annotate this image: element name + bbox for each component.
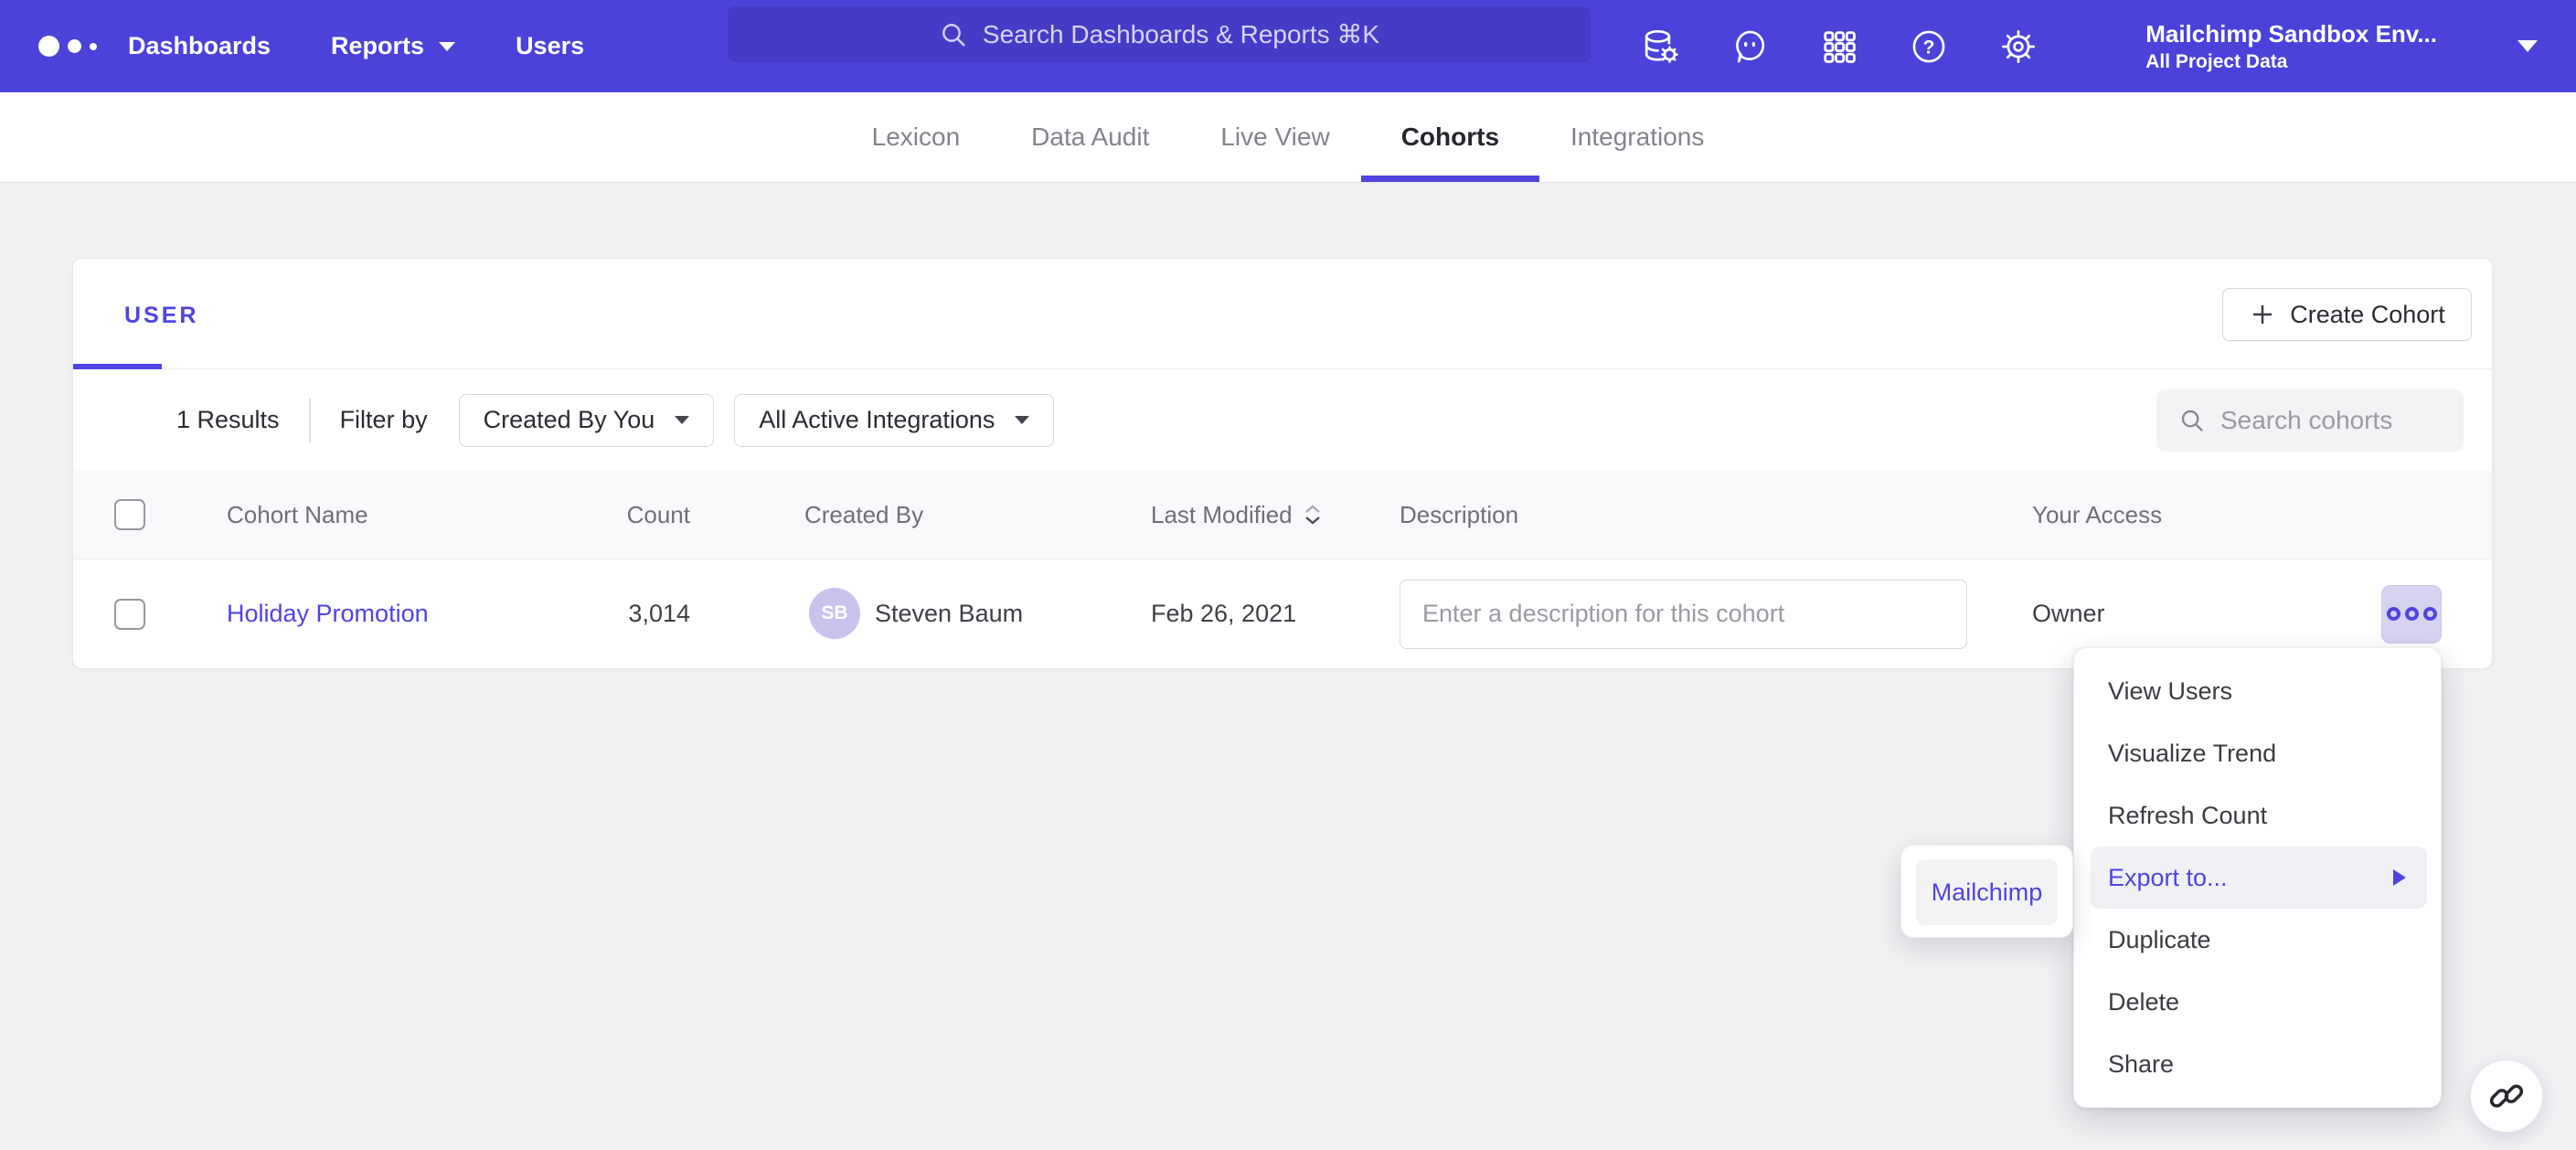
results-count: 1 Results — [176, 406, 280, 434]
top-nav: Dashboards Reports Users Search Dashboar… — [0, 0, 2576, 92]
chevron-down-icon — [675, 416, 689, 424]
more-options-button[interactable] — [2381, 585, 2442, 644]
tab-live-view[interactable]: Live View — [1220, 92, 1329, 182]
created-by-filter-dropdown[interactable]: Created By You — [459, 394, 715, 447]
settings-icon[interactable] — [1999, 27, 2038, 66]
menu-item-label: Export to... — [2108, 847, 2228, 909]
divider — [309, 399, 311, 442]
nav-link-dashboards[interactable]: Dashboards — [128, 32, 271, 60]
tab-cohorts[interactable]: Cohorts — [1401, 92, 1499, 182]
column-header-description[interactable]: Description — [1400, 471, 1518, 559]
created-by-name: Steven Baum — [875, 559, 1023, 668]
search-icon — [2178, 407, 2206, 434]
data-management-icon[interactable] — [1641, 27, 1679, 66]
top-nav-right: ? Mailchimp Sandbox Env... All Project D… — [1641, 19, 2538, 74]
sort-icon — [1304, 504, 1322, 526]
column-header-cohort-name[interactable]: Cohort Name — [227, 471, 368, 559]
row-checkbox[interactable] — [114, 599, 145, 630]
mixpanel-dots-logo[interactable] — [38, 36, 128, 57]
tab-user-cohorts[interactable]: USER — [124, 303, 198, 329]
cohorts-panel: USER Create Cohort 1 Results Filter by C… — [72, 258, 2493, 668]
nav-link-label: Reports — [331, 32, 424, 60]
menu-item-duplicate[interactable]: Duplicate — [2074, 909, 2441, 971]
search-icon — [939, 20, 968, 49]
cohort-name-link[interactable]: Holiday Promotion — [227, 600, 429, 628]
search-cohorts-placeholder: Search cohorts — [2220, 406, 2392, 435]
created-by-filter-value: Created By You — [484, 406, 655, 434]
submenu-item-mailchimp[interactable]: Mailchimp — [1916, 859, 2058, 925]
project-scope: All Project Data — [2145, 49, 2437, 74]
column-header-your-access[interactable]: Your Access — [2032, 471, 2162, 559]
description-input[interactable] — [1400, 580, 1967, 649]
cohorts-tabbar: USER Create Cohort — [73, 259, 2492, 369]
column-header-count[interactable]: Count — [457, 471, 690, 559]
column-header-last-modified[interactable]: Last Modified — [1151, 471, 1322, 559]
more-options-icon — [2387, 607, 2400, 621]
last-modified-date: Feb 26, 2021 — [1151, 559, 1296, 668]
integrations-filter-value: All Active Integrations — [759, 406, 995, 434]
chevron-down-icon — [439, 42, 455, 51]
create-cohort-label: Create Cohort — [2290, 301, 2445, 329]
apps-grid-icon[interactable] — [1820, 27, 1858, 66]
plus-icon — [2249, 301, 2276, 328]
menu-item-visualize-trend[interactable]: Visualize Trend — [2074, 722, 2441, 784]
menu-item-refresh-count[interactable]: Refresh Count — [2074, 784, 2441, 847]
integrations-filter-dropdown[interactable]: All Active Integrations — [734, 394, 1054, 447]
search-cohorts-input[interactable]: Search cohorts — [2156, 389, 2464, 452]
menu-item-delete[interactable]: Delete — [2074, 971, 2441, 1033]
global-search-input[interactable]: Search Dashboards & Reports ⌘K — [728, 6, 1591, 62]
menu-item-view-users[interactable]: View Users — [2074, 660, 2441, 722]
menu-item-share[interactable]: Share — [2074, 1033, 2441, 1095]
column-header-created-by[interactable]: Created By — [804, 471, 923, 559]
avatar: SB — [809, 588, 860, 639]
menu-item-export-to[interactable]: Export to... — [2091, 847, 2427, 909]
cohorts-table-header: Cohort Name Count Created By Last Modifi… — [73, 471, 2492, 559]
create-cohort-button[interactable]: Create Cohort — [2222, 288, 2472, 341]
filter-by-label: Filter by — [340, 406, 428, 434]
global-search-placeholder: Search Dashboards & Reports ⌘K — [983, 19, 1379, 49]
cohorts-filterbar: 1 Results Filter by Created By You All A… — [73, 369, 2492, 471]
cohort-count: 3,014 — [457, 559, 690, 668]
copy-link-button[interactable] — [2470, 1059, 2543, 1133]
chevron-down-icon — [1015, 416, 1029, 424]
nav-link-users[interactable]: Users — [516, 32, 584, 60]
export-submenu: Mailchimp — [1900, 845, 2073, 938]
project-selector[interactable]: Mailchimp Sandbox Env... All Project Dat… — [2145, 19, 2437, 74]
project-name: Mailchimp Sandbox Env... — [2145, 19, 2437, 49]
nav-link-reports[interactable]: Reports — [331, 32, 455, 60]
cohort-context-menu: View Users Visualize Trend Refresh Count… — [2073, 647, 2442, 1108]
help-icon[interactable]: ? — [1910, 27, 1948, 66]
feedback-icon[interactable] — [1730, 27, 1769, 66]
nav-link-label: Users — [516, 32, 584, 60]
data-management-subnav: Lexicon Data Audit Live View Cohorts Int… — [0, 92, 2576, 183]
nav-link-label: Dashboards — [128, 32, 271, 60]
tab-data-audit[interactable]: Data Audit — [1031, 92, 1149, 182]
column-header-label: Last Modified — [1151, 501, 1293, 529]
link-icon — [2488, 1078, 2525, 1114]
chevron-right-icon — [2393, 869, 2406, 886]
chevron-down-icon[interactable] — [2517, 40, 2538, 52]
svg-text:?: ? — [1923, 37, 1935, 58]
select-all-checkbox[interactable] — [114, 499, 145, 530]
tab-lexicon[interactable]: Lexicon — [872, 92, 961, 182]
tab-integrations[interactable]: Integrations — [1570, 92, 1704, 182]
